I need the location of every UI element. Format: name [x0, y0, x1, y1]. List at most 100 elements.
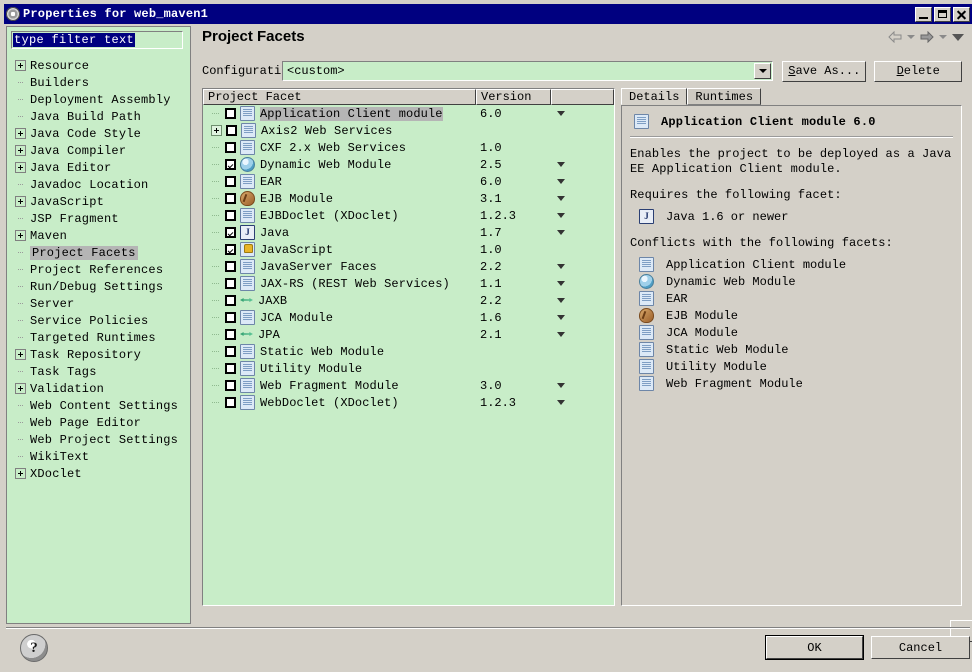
- facet-checkbox[interactable]: [225, 363, 236, 374]
- sidebar-item-java-editor[interactable]: Java Editor: [7, 159, 190, 176]
- table-row[interactable]: EJBDoclet (XDoclet) 1.2.3: [203, 207, 614, 224]
- chevron-down-icon[interactable]: [557, 383, 565, 388]
- minimize-button[interactable]: [915, 6, 932, 22]
- facet-version-cell[interactable]: 2.1: [476, 328, 551, 342]
- table-row[interactable]: Axis2 Web Services: [203, 122, 614, 139]
- sidebar-item-run-debug-settings[interactable]: Run/Debug Settings: [7, 278, 190, 295]
- sidebar-item-javadoc-location[interactable]: Javadoc Location: [7, 176, 190, 193]
- expand-icon[interactable]: [211, 125, 222, 136]
- table-row[interactable]: Application Client module 6.0: [203, 105, 614, 122]
- table-row[interactable]: JavaScript 1.0: [203, 241, 614, 258]
- tab-details[interactable]: De t ails: [621, 88, 688, 105]
- facet-checkbox[interactable]: [225, 261, 236, 272]
- table-row[interactable]: WebDoclet (XDoclet) 1.2.3: [203, 394, 614, 411]
- column-header-extra[interactable]: [551, 89, 614, 105]
- table-row[interactable]: Static Web Module: [203, 343, 614, 360]
- configuration-select[interactable]: <custom>: [282, 61, 774, 81]
- chevron-down-icon[interactable]: [557, 213, 565, 218]
- chevron-down-icon[interactable]: [557, 230, 565, 235]
- facet-checkbox[interactable]: [225, 397, 236, 408]
- facet-version-cell[interactable]: 1.6: [476, 311, 551, 325]
- chevron-down-icon[interactable]: [557, 400, 565, 405]
- facet-checkbox[interactable]: [225, 329, 236, 340]
- facet-version-cell[interactable]: 1.2.3: [476, 396, 551, 410]
- facet-checkbox[interactable]: [225, 312, 236, 323]
- facet-checkbox[interactable]: [225, 244, 236, 255]
- chevron-down-icon[interactable]: [557, 162, 565, 167]
- sidebar-item-builders[interactable]: Builders: [7, 74, 190, 91]
- save-as-button[interactable]: Save As...: [782, 60, 867, 82]
- sidebar-item-deployment-assembly[interactable]: Deployment Assembly: [7, 91, 190, 108]
- sidebar-item-task-tags[interactable]: Task Tags: [7, 363, 190, 380]
- table-row[interactable]: JavaServer Faces 2.2: [203, 258, 614, 275]
- help-icon[interactable]: ?: [20, 634, 48, 662]
- facet-checkbox[interactable]: [225, 142, 236, 153]
- back-arrow-icon[interactable]: [888, 31, 902, 43]
- facet-version-cell[interactable]: 3.0: [476, 379, 551, 393]
- sidebar-item-targeted-runtimes[interactable]: Targeted Runtimes: [7, 329, 190, 346]
- facet-version-cell[interactable]: 1.0: [476, 243, 551, 257]
- sidebar-item-task-repository[interactable]: Task Repository: [7, 346, 190, 363]
- facet-version-cell[interactable]: 6.0: [476, 175, 551, 189]
- sidebar-item-java-compiler[interactable]: Java Compiler: [7, 142, 190, 159]
- table-row[interactable]: EJB Module 3.1: [203, 190, 614, 207]
- view-menu-icon[interactable]: [952, 33, 964, 41]
- sidebar-item-wikitext[interactable]: WikiText: [7, 448, 190, 465]
- expand-icon[interactable]: [15, 349, 26, 360]
- sidebar-item-javascript[interactable]: JavaScript: [7, 193, 190, 210]
- facet-version-cell[interactable]: 1.2.3: [476, 209, 551, 223]
- sidebar-item-web-content-settings[interactable]: Web Content Settings: [7, 397, 190, 414]
- facet-checkbox[interactable]: [226, 125, 237, 136]
- chevron-down-icon[interactable]: [557, 332, 565, 337]
- chevron-down-icon[interactable]: [557, 298, 565, 303]
- expand-icon[interactable]: [15, 128, 26, 139]
- facet-version-cell[interactable]: 2.2: [476, 294, 551, 308]
- table-row[interactable]: JCA Module 1.6: [203, 309, 614, 326]
- facet-checkbox[interactable]: [225, 108, 236, 119]
- table-row[interactable]: Utility Module: [203, 360, 614, 377]
- expand-icon[interactable]: [15, 145, 26, 156]
- column-header-facet[interactable]: Project Facet: [203, 89, 476, 105]
- ok-button[interactable]: OK: [766, 636, 863, 659]
- sidebar-item-resource[interactable]: Resource: [7, 57, 190, 74]
- expand-icon[interactable]: [15, 230, 26, 241]
- tab-runtimes[interactable]: Runtimes: [687, 88, 762, 105]
- sidebar-item-web-page-editor[interactable]: Web Page Editor: [7, 414, 190, 431]
- sidebar-item-project-references[interactable]: Project References: [7, 261, 190, 278]
- chevron-down-icon[interactable]: [557, 111, 565, 116]
- sidebar-item-project-facets[interactable]: Project Facets: [7, 244, 190, 261]
- facet-version-cell[interactable]: 1.0: [476, 141, 551, 155]
- sidebar-item-java-code-style[interactable]: Java Code Style: [7, 125, 190, 142]
- table-row[interactable]: Web Fragment Module 3.0: [203, 377, 614, 394]
- delete-button[interactable]: Delete: [874, 60, 962, 82]
- expand-icon[interactable]: [15, 60, 26, 71]
- chevron-down-icon[interactable]: [557, 281, 565, 286]
- expand-icon[interactable]: [15, 383, 26, 394]
- chevron-down-icon[interactable]: [754, 63, 772, 79]
- sidebar-item-server[interactable]: Server: [7, 295, 190, 312]
- sidebar-item-maven[interactable]: Maven: [7, 227, 190, 244]
- facet-checkbox[interactable]: [225, 278, 236, 289]
- expand-icon[interactable]: [15, 162, 26, 173]
- facet-version-cell[interactable]: 2.2: [476, 260, 551, 274]
- facet-checkbox[interactable]: [225, 176, 236, 187]
- sidebar-item-jsp-fragment[interactable]: JSP Fragment: [7, 210, 190, 227]
- search-input[interactable]: type filter text: [11, 31, 183, 49]
- chevron-down-icon[interactable]: [557, 179, 565, 184]
- facet-checkbox[interactable]: [225, 346, 236, 357]
- close-button[interactable]: [953, 6, 970, 22]
- sidebar-item-xdoclet[interactable]: XDoclet: [7, 465, 190, 482]
- facet-version-cell[interactable]: 3.1: [476, 192, 551, 206]
- chevron-down-icon[interactable]: [557, 315, 565, 320]
- chevron-down-icon[interactable]: [557, 196, 565, 201]
- maximize-button[interactable]: [934, 6, 951, 22]
- forward-arrow-icon[interactable]: [920, 31, 934, 43]
- facet-checkbox[interactable]: [225, 380, 236, 391]
- column-header-version[interactable]: Version: [476, 89, 551, 105]
- facet-version-cell[interactable]: 1.7: [476, 226, 551, 240]
- table-row[interactable]: CXF 2.x Web Services 1.0: [203, 139, 614, 156]
- facet-checkbox[interactable]: [225, 210, 236, 221]
- sidebar-item-java-build-path[interactable]: Java Build Path: [7, 108, 190, 125]
- table-row[interactable]: J Java 1.7: [203, 224, 614, 241]
- cancel-button[interactable]: Cancel: [871, 636, 970, 659]
